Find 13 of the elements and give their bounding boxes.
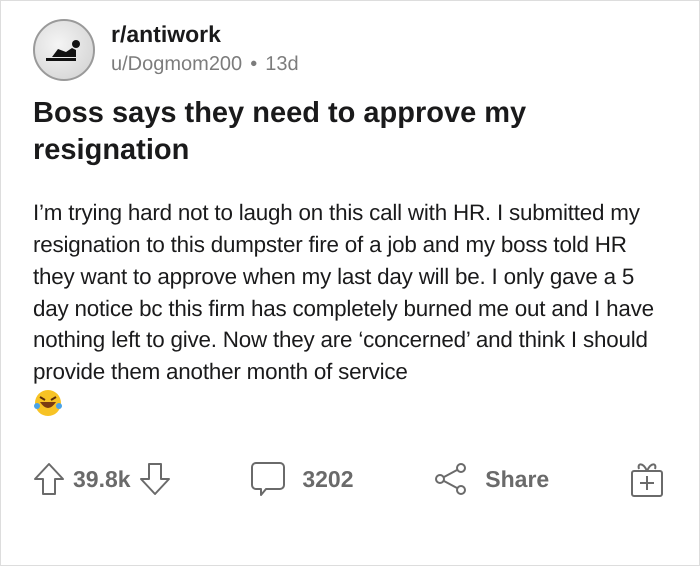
comment-icon bbox=[250, 461, 286, 498]
laughing-emoji-icon bbox=[33, 388, 63, 418]
upvote-icon[interactable] bbox=[33, 462, 65, 496]
post-body: I’m trying hard not to laugh on this call with HR. I submitted my resignation to this dumpster fire of a job and my boss told HR they want to approve when my last day will be. I only gave a 5 day notice bc this firm has completely burned me out and I have nothing left to give. Now they are ‘concerned’ and think I should provide them another month of service bbox=[33, 199, 655, 386]
post-title: Boss says they need to approve my resignation bbox=[33, 96, 528, 168]
subreddit-name[interactable]: r/antiwork bbox=[111, 21, 299, 49]
separator: • bbox=[250, 52, 258, 77]
author-name[interactable]: u/Dogmom200 bbox=[111, 48, 242, 79]
share-button[interactable]: Share bbox=[433, 461, 550, 498]
downvote-icon[interactable] bbox=[138, 462, 171, 496]
post-age: 13d bbox=[265, 52, 299, 77]
vote-count: 39.8k bbox=[73, 464, 131, 494]
comments-button[interactable]: 3202 bbox=[250, 461, 354, 498]
